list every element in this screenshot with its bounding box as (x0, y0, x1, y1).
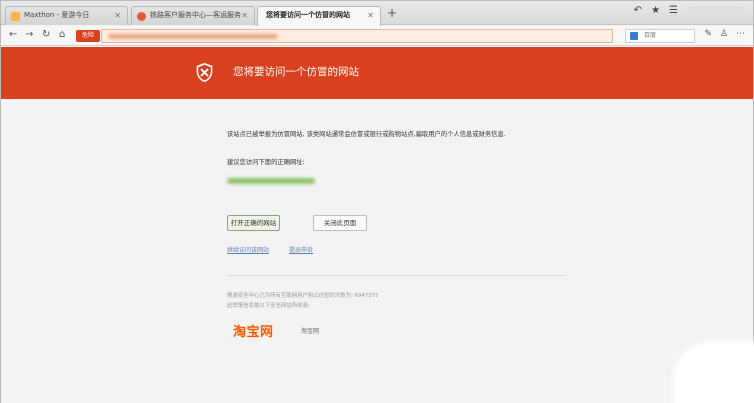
shield-x-icon (196, 62, 213, 83)
block-count-note: 傲游安全中心已为所有互联网用户阻止仿冒的次数为: 6947375 (227, 293, 379, 299)
menu-icon[interactable]: ☰ (669, 5, 678, 16)
window-buttons[interactable] (687, 5, 745, 16)
open-correct-site-button[interactable]: 打开正确的网站 (227, 215, 280, 231)
search-placeholder: 百度 (644, 32, 657, 39)
blurred-url (108, 34, 278, 39)
warning-content: 该站点已被举报为仿冒网站, 该类网站通常会仿冒或银行或购物站点,骗取用户的个人信… (1, 99, 753, 403)
star-icon[interactable]: ★ (651, 5, 660, 16)
tab-maxthon[interactable]: Maxthon - 爱游今日 ✕ (5, 6, 128, 25)
browser-window: Maxthon - 爱游今日 ✕ 铁路客户服务中心—客运服务 ✕ 您将要访问一个… (0, 0, 754, 403)
report-link[interactable]: 提出申诉 (289, 245, 313, 254)
taobao-label: 淘宝网 (301, 328, 320, 335)
tab-title: 您将要访问一个仿冒的网站 (266, 11, 350, 19)
back-icon[interactable]: ← (9, 29, 17, 40)
address-bar[interactable] (101, 29, 613, 43)
search-engine-icon (630, 32, 638, 40)
tools-icon[interactable]: ✎ (704, 29, 712, 39)
banner-title: 您将要访问一个仿冒的网站 (233, 66, 359, 78)
tab-railway[interactable]: 铁路客户服务中心—客运服务 ✕ (131, 6, 255, 25)
search-input[interactable]: 百度 (625, 29, 695, 43)
maxthon-favicon-icon (11, 12, 20, 21)
suggest-label: 建议您访问下面的正确网址: (227, 159, 305, 166)
home-icon[interactable]: ⌂ (59, 29, 65, 40)
right-tools: ✎ ♙ ⋯ (704, 29, 745, 39)
undo-icon[interactable]: ↶ (634, 5, 642, 16)
tab-title: Maxthon - 爱游今日 (24, 11, 90, 19)
tab-bar: Maxthon - 爱游今日 ✕ 铁路客户服务中心—客运服务 ✕ 您将要访问一个… (1, 1, 753, 26)
forward-icon[interactable]: → (25, 29, 33, 40)
warning-banner: 您将要访问一个仿冒的网站 (1, 47, 753, 99)
warning-message: 该站点已被举报为仿冒网站, 该类网站通常会仿冒或银行或购物站点,骗取用户的个人信… (227, 131, 506, 138)
user-icon[interactable]: ♙ (720, 29, 728, 39)
navigation-bar: ← → ↻ ⌂ 危险 百度 ✎ ♙ ⋯ (1, 26, 753, 46)
blurred-correct-url[interactable] (227, 178, 315, 184)
close-icon[interactable]: ✕ (367, 7, 374, 24)
close-icon[interactable]: ✕ (114, 7, 121, 24)
more-icon[interactable]: ⋯ (736, 29, 745, 39)
divider (227, 275, 566, 276)
tab-phishing-warning[interactable]: 您将要访问一个仿冒的网站 ✕ (257, 6, 381, 26)
taobao-logo: 淘宝网 (233, 325, 274, 340)
close-icon[interactable]: ✕ (241, 7, 248, 24)
tab-title: 铁路客户服务中心—客运服务 (150, 11, 241, 19)
continue-link[interactable]: 继续访问该网站 (227, 245, 269, 254)
new-tab-icon[interactable]: + (387, 6, 397, 20)
danger-badge[interactable]: 危险 (76, 30, 100, 42)
window-controls: ↶ ★ ☰ (634, 5, 745, 16)
close-page-button[interactable]: 关闭此页面 (313, 215, 367, 231)
refresh-icon[interactable]: ↻ (42, 29, 50, 40)
railway-favicon-icon (137, 12, 146, 21)
partner-note: 此举报信息被以下安全网站所收录: (227, 303, 310, 309)
